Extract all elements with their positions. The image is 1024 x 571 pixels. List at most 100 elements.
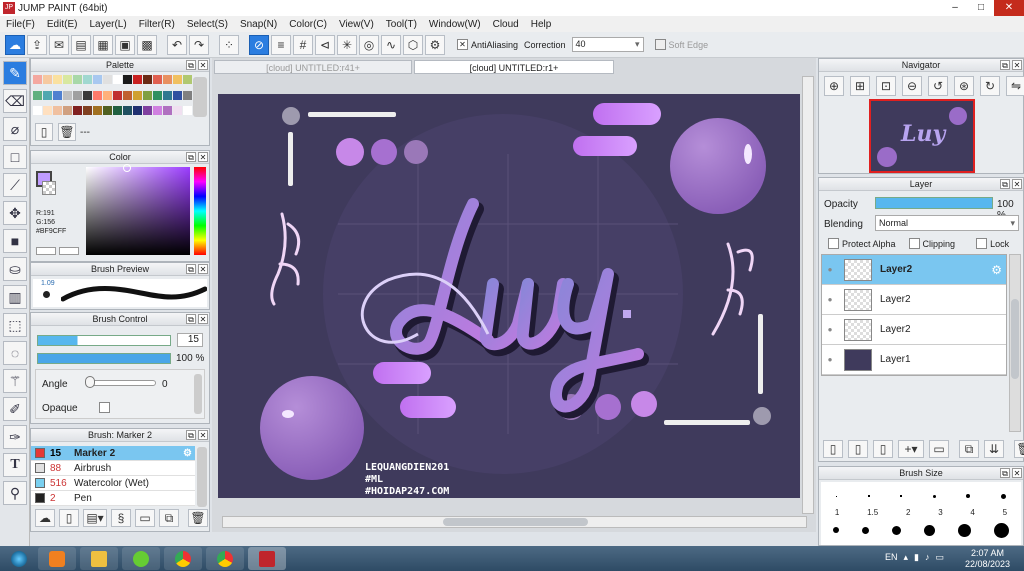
lasso-tool-icon[interactable]: ◌ xyxy=(3,341,27,365)
select-eraser-tool-icon[interactable]: ✑ xyxy=(3,425,27,449)
panel-close-icon[interactable]: ✕ xyxy=(198,430,208,440)
palette-swatch[interactable] xyxy=(113,90,122,100)
eyedropper-tool-icon[interactable]: ⚲ xyxy=(3,481,27,505)
new-brush-icon[interactable]: ▯ xyxy=(59,509,79,527)
panel-float-icon[interactable]: ⧉ xyxy=(186,264,196,274)
minimize-button[interactable]: – xyxy=(942,0,968,16)
panel-float-icon[interactable]: ⧉ xyxy=(186,152,196,162)
panel-close-icon[interactable]: ✕ xyxy=(1012,60,1022,70)
palette-swatch[interactable] xyxy=(83,90,92,100)
copy-brush-icon[interactable]: ⧉ xyxy=(159,509,179,527)
palette-swatch[interactable] xyxy=(43,90,52,100)
zoom-out-icon[interactable]: ⊖ xyxy=(902,76,922,96)
brush-list-scrollbar[interactable] xyxy=(197,447,207,507)
correction-select[interactable]: 40 xyxy=(571,37,644,52)
rect-select-tool-icon[interactable]: □ xyxy=(3,145,27,169)
color-mode-button[interactable] xyxy=(36,247,56,255)
brush-size-slider[interactable] xyxy=(37,335,171,346)
palette-swatch[interactable] xyxy=(183,90,192,100)
visibility-eye-icon[interactable]: ● xyxy=(822,265,838,274)
share-icon[interactable]: ⇪ xyxy=(27,34,47,55)
brush-size-dot[interactable] xyxy=(932,494,936,498)
network-icon[interactable]: ▮ xyxy=(914,552,919,563)
menu-cloud[interactable]: Cloud xyxy=(487,19,525,30)
canvas-horizontal-scrollbar[interactable] xyxy=(222,516,807,528)
merge-layer-icon[interactable]: ⇊ xyxy=(984,440,1004,458)
close-button[interactable]: ✕ xyxy=(994,0,1024,16)
palette-swatch[interactable] xyxy=(33,75,42,84)
tray-arrow-icon[interactable]: ▴ xyxy=(904,552,909,563)
move-tool-icon[interactable]: ✥ xyxy=(3,201,27,225)
palette-swatch[interactable] xyxy=(143,106,152,116)
brush-size-dot[interactable] xyxy=(966,494,971,498)
selection-dots-icon[interactable]: ⁘ xyxy=(219,34,239,55)
zoom-in-icon[interactable]: ⊕ xyxy=(824,76,844,96)
text-tool-icon[interactable]: T xyxy=(3,453,27,477)
menu-help[interactable]: Help xyxy=(525,19,558,30)
document-icon[interactable]: ▦ xyxy=(93,34,113,55)
brush-size-dot[interactable] xyxy=(900,495,903,497)
add-layer-menu-icon[interactable]: +▾ xyxy=(898,440,924,458)
opaque-checkbox[interactable] xyxy=(99,402,110,413)
gradient-tool-icon[interactable]: ▥ xyxy=(3,285,27,309)
layer-item[interactable]: ● Layer1 xyxy=(822,345,1006,375)
message-icon[interactable]: ▤ xyxy=(71,34,91,55)
flip-icon[interactable]: ⇋ xyxy=(1006,76,1024,96)
blending-select[interactable]: Normal ▾ xyxy=(875,215,1019,231)
rotate-left-icon[interactable]: ↺ xyxy=(928,76,948,96)
angle-slider[interactable] xyxy=(86,380,156,386)
panel-close-icon[interactable]: ✕ xyxy=(1012,468,1022,478)
palette-swatch[interactable] xyxy=(173,106,182,116)
menu-tool[interactable]: Tool(T) xyxy=(380,19,423,30)
palette-swatch[interactable] xyxy=(33,90,42,100)
palette-swatch[interactable] xyxy=(113,75,122,84)
palette-swatch[interactable] xyxy=(73,106,82,116)
palette-swatch[interactable] xyxy=(83,75,92,84)
grid-snap-icon[interactable]: # xyxy=(293,34,313,55)
visibility-eye-icon[interactable]: ● xyxy=(822,355,838,364)
palette-swatch[interactable] xyxy=(163,106,172,116)
soft-edge-checkbox[interactable] xyxy=(654,39,666,50)
menu-layer[interactable]: Layer(L) xyxy=(83,19,132,30)
select-tool-icon[interactable]: ⬚ xyxy=(3,313,27,337)
palette-swatch[interactable] xyxy=(63,75,72,84)
palette-swatch[interactable] xyxy=(153,90,162,100)
menu-edit[interactable]: Edit(E) xyxy=(41,19,84,30)
palette-swatch[interactable] xyxy=(53,90,62,100)
artwork-canvas[interactable]: LEQUANGDIEN201 #ML #HOIDAP247.COM xyxy=(218,94,800,498)
panel-float-icon[interactable]: ⧉ xyxy=(186,430,196,440)
palette-swatch[interactable] xyxy=(173,75,182,84)
palette-swatch[interactable] xyxy=(153,75,162,84)
cloud-brush-icon[interactable]: ☁ xyxy=(35,509,55,527)
blur-tool-icon[interactable]: ⌀ xyxy=(3,117,27,141)
brush-item-marker-2[interactable]: 15 Marker 2 ⚙ xyxy=(31,446,195,461)
brush-item-pen[interactable]: 2 Pen xyxy=(31,491,195,506)
menu-window[interactable]: Window(W) xyxy=(423,19,487,30)
panel-float-icon[interactable]: ⧉ xyxy=(1000,179,1010,189)
palette-swatch[interactable] xyxy=(63,90,72,100)
palette-swatch[interactable] xyxy=(183,106,192,116)
layer-list-scrollbar[interactable] xyxy=(1009,254,1021,432)
taskbar-explorer[interactable] xyxy=(80,547,118,570)
fill-rect-tool-icon[interactable]: ■ xyxy=(3,229,27,253)
radial-snap-icon[interactable]: ✳ xyxy=(337,34,357,55)
snap-off-icon[interactable]: ⊘ xyxy=(249,34,269,55)
brush-folder-icon[interactable]: ▭ xyxy=(135,509,155,527)
visibility-eye-icon[interactable]: ● xyxy=(822,325,838,334)
taskbar-chrome-1[interactable] xyxy=(164,547,202,570)
panel-float-icon[interactable]: ⧉ xyxy=(1000,60,1010,70)
panel-close-icon[interactable]: ✕ xyxy=(1012,179,1022,189)
panel-float-icon[interactable]: ⧉ xyxy=(1000,468,1010,478)
grid-icon[interactable]: ▣ xyxy=(115,34,135,55)
taskbar-jump-paint[interactable] xyxy=(248,547,286,570)
angle-slider-thumb[interactable] xyxy=(85,376,95,388)
palette-swatch[interactable] xyxy=(103,106,112,116)
taskbar-media-player[interactable] xyxy=(38,547,76,570)
delete-palette-icon[interactable]: 🗑 xyxy=(58,123,76,141)
panel-close-icon[interactable]: ✕ xyxy=(198,60,208,70)
brush-item-airbrush[interactable]: 88 Airbrush xyxy=(31,461,195,476)
panel-close-icon[interactable]: ✕ xyxy=(198,152,208,162)
eraser-tool-icon[interactable]: ⌫ xyxy=(3,89,27,113)
parallel-snap-icon[interactable]: ≡ xyxy=(271,34,291,55)
menu-view[interactable]: View(V) xyxy=(333,19,380,30)
